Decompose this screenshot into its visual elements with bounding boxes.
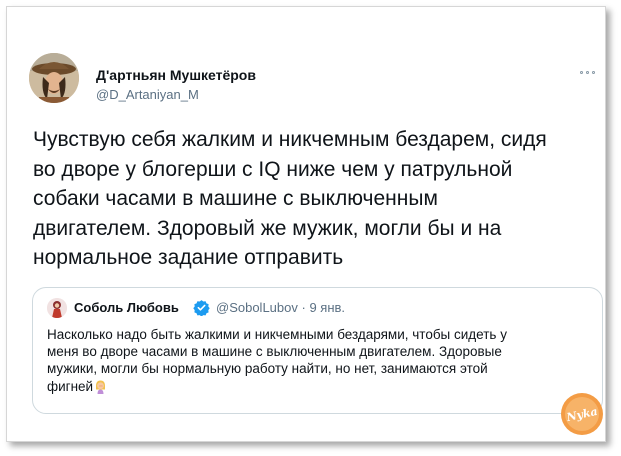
tweet-line: во дворе у блогерши с IQ ниже чем у патр…: [33, 157, 513, 181]
tweet-line: двигателем. Здоровый же мужик, могли бы …: [33, 216, 502, 240]
dot-icon: [580, 70, 583, 74]
quoted-tweet[interactable]: Соболь Любовь @SobolLubov · 9 янв. Наско…: [32, 287, 603, 414]
more-icon[interactable]: [580, 67, 600, 77]
quoted-line: меня во дворе часами в машине с выключен…: [47, 344, 502, 360]
verified-badge-icon: [193, 300, 210, 316]
tweet-text: Чувствую себя жалким и никчемным бездаре…: [33, 125, 608, 273]
quoted-author-avatar[interactable]: [47, 298, 67, 318]
quoted-author-meta: @SobolLubov · 9 янв.: [216, 300, 345, 315]
quoted-author-name[interactable]: Соболь Любовь: [74, 300, 179, 315]
quoted-line: фигней: [47, 378, 94, 394]
quoted-line: мужики, могли бы нормальную работу найти…: [47, 361, 488, 377]
meta-separator: ·: [301, 300, 306, 315]
quoted-line: Насколько надо быть жалкими и никчемными…: [47, 327, 507, 342]
tweet-line: Чувствую себя жалким и никчемным бездаре…: [33, 128, 547, 151]
quoted-tweet-text: Насколько надо быть жалкими и никчемными…: [47, 326, 577, 395]
watermark-logo-icon: Nyka: [561, 393, 603, 435]
author-avatar[interactable]: [29, 53, 79, 103]
quoted-tweet-date[interactable]: 9 янв.: [309, 300, 345, 315]
dot-icon: [592, 70, 595, 74]
quoted-author-handle[interactable]: @SobolLubov: [216, 300, 298, 315]
tweet-line: собаки часами в машине с выключенным: [33, 187, 438, 210]
dot-icon: [586, 70, 589, 74]
author-handle[interactable]: @D_Artaniyan_M: [96, 87, 199, 102]
quoted-line-last: фигней: [47, 378, 577, 395]
woman-facepalming-emoji-icon: [96, 380, 106, 394]
author-name[interactable]: Д'артньян Мушкетёров: [96, 67, 256, 83]
tweet-line: нормальное задание отправить: [33, 246, 344, 269]
screenshot-frame: Д'артньян Мушкетёров @D_Artaniyan_M Чувс…: [6, 6, 606, 442]
